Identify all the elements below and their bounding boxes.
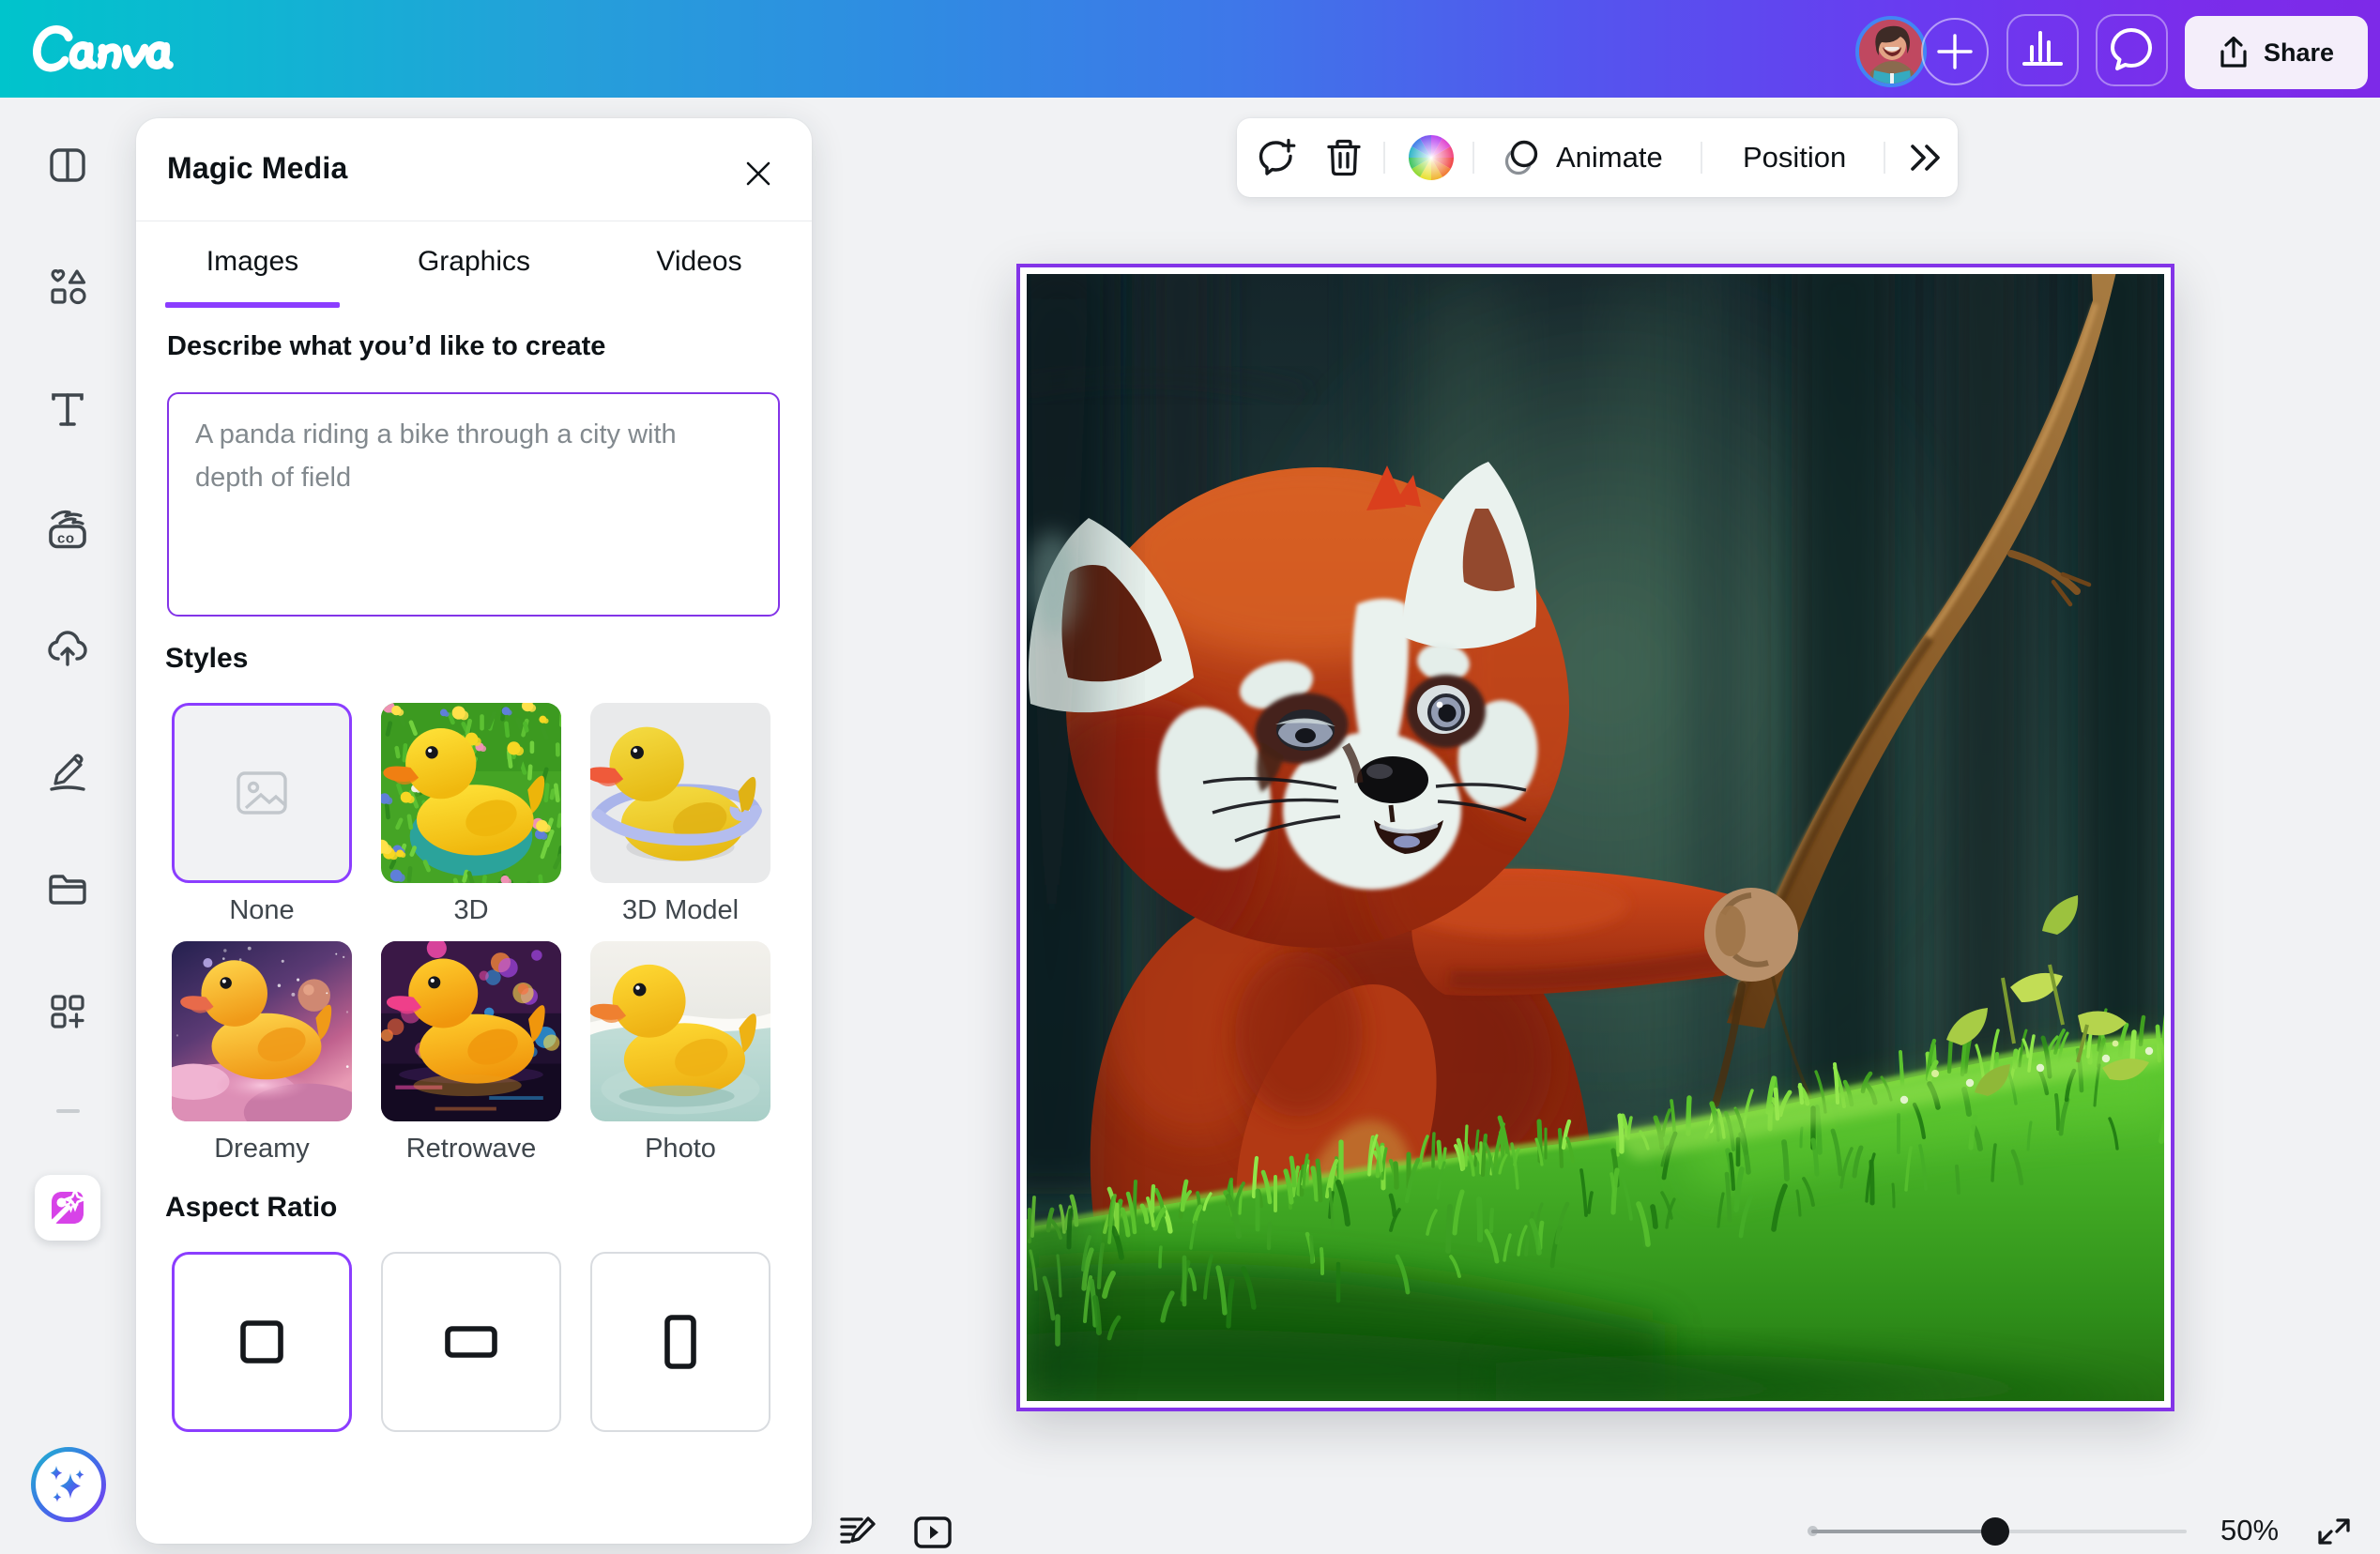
svg-text:co: co — [57, 531, 75, 547]
